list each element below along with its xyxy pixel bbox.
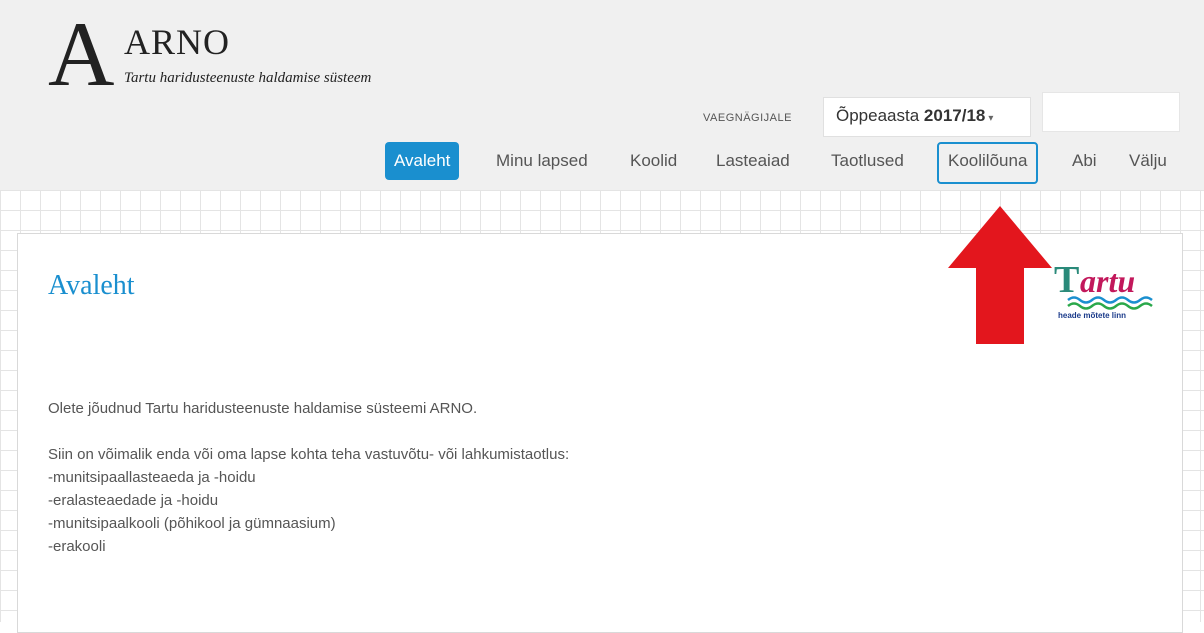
- year-label: Õppeaasta: [836, 106, 924, 125]
- nav-valju[interactable]: Välju: [1120, 142, 1176, 180]
- main-nav: Avaleht Minu lapsed Koolid Lasteaiad Tao…: [0, 142, 1204, 184]
- intro-text: Olete jõudnud Tartu haridusteenuste hald…: [48, 400, 478, 417]
- nav-koolilouna[interactable]: Koolilõuna: [937, 142, 1039, 184]
- app-subtitle: Tartu haridusteenuste haldamise süsteem: [124, 70, 372, 86]
- nav-lasteaiad[interactable]: Lasteaiad: [707, 142, 799, 180]
- tartu-slogan: heade mõtete linn: [1058, 311, 1126, 320]
- search-input[interactable]: [1042, 92, 1180, 132]
- visually-impaired-link[interactable]: VAEGNÄGIJALE: [703, 112, 792, 124]
- nav-taotlused[interactable]: Taotlused: [822, 142, 913, 180]
- nav-abi[interactable]: Abi: [1063, 142, 1106, 180]
- nav-minu-lapsed[interactable]: Minu lapsed: [487, 142, 597, 180]
- list-item: -munitsipaallasteaeda ja -hoidu: [48, 469, 256, 486]
- application-info: Siin on võimalik enda või oma lapse koht…: [48, 446, 570, 463]
- welcome-text: Olete jõudnud Tartu haridusteenuste hald…: [48, 397, 1148, 558]
- svg-text:artu: artu: [1080, 263, 1135, 299]
- nav-avaleht[interactable]: Avaleht: [385, 142, 460, 180]
- red-arrow-icon: [948, 206, 1052, 344]
- app-name: ARNO: [124, 22, 231, 62]
- caret-down-icon: ▾: [988, 113, 994, 124]
- svg-text:T: T: [1054, 259, 1079, 301]
- header: A ARNO Tartu haridusteenuste haldamise s…: [0, 0, 1204, 190]
- list-item: -erakooli: [48, 538, 106, 555]
- list-item: -munitsipaalkooli (põhikool ja gümnaasiu…: [48, 515, 336, 532]
- year-value: 2017/18: [923, 106, 986, 125]
- list-item: -eralasteaedade ja -hoidu: [48, 492, 219, 509]
- nav-koolid[interactable]: Koolid: [621, 142, 686, 180]
- logo-letter: A: [48, 3, 115, 105]
- tartu-logo-icon: T artu heade mõtete linn: [1054, 259, 1153, 320]
- page-title: Avaleht: [48, 270, 135, 301]
- school-year-select[interactable]: Õppeaasta 2017/18 ▾: [823, 97, 1031, 137]
